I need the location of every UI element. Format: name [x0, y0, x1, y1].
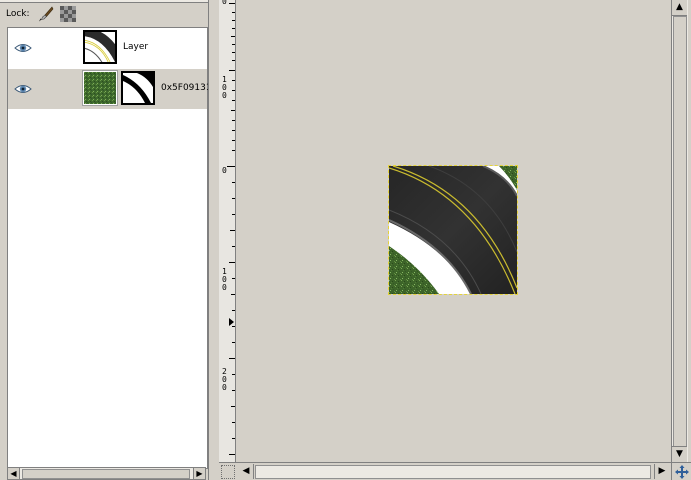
ruler-tick: [229, 3, 235, 4]
ruler-tick: [232, 100, 235, 101]
dock-divider[interactable]: [208, 0, 215, 480]
scroll-left-arrow-icon[interactable]: ◀: [239, 464, 254, 479]
ruler-tick: [232, 150, 235, 151]
ruler-tick: [232, 120, 235, 121]
ruler-pointer-marker: [229, 318, 234, 326]
ruler-tick: [232, 90, 235, 91]
ruler-tick: [232, 60, 235, 61]
layer-name[interactable]: Layer: [123, 42, 148, 52]
ruler-tick: [232, 198, 235, 199]
lock-row: Lock:: [0, 3, 208, 25]
ruler-tick: [232, 342, 235, 343]
vertical-ruler[interactable]: 0 1 0 0 0 1 0 0 2 0 0: [219, 0, 236, 462]
paintbrush-icon[interactable]: [38, 6, 54, 22]
ruler-tick: [232, 278, 235, 279]
ruler-tick: [231, 294, 235, 295]
ruler-tick: [229, 70, 235, 71]
layer-row-layer[interactable]: Layer: [8, 28, 207, 68]
ruler-tick: [232, 310, 235, 311]
scroll-right-arrow-icon[interactable]: ▶: [193, 468, 205, 479]
ruler-tick: [232, 80, 235, 81]
ruler-tick: [232, 140, 235, 141]
ruler-tick: [232, 390, 235, 391]
ruler-tick: [230, 230, 235, 231]
ruler-tick: [232, 246, 235, 247]
scroll-left-arrow-icon[interactable]: ◀: [8, 468, 20, 479]
layer-mask-thumbnail[interactable]: [121, 71, 155, 105]
ruler-label: 0: [222, 166, 227, 175]
grass-thumbnail: [82, 70, 118, 106]
image-canvas[interactable]: [388, 165, 518, 295]
ruler-tick: [232, 20, 235, 21]
ruler-tick: [232, 438, 235, 439]
ruler-tick: [229, 262, 235, 263]
scrollbar-thumb[interactable]: [673, 16, 687, 447]
ruler-label: 2 0 0: [222, 367, 227, 392]
layers-dock: Lock: Layer 0x5F09131 ◀ ▶: [0, 0, 212, 480]
ruler-tick: [232, 130, 235, 131]
ruler-tick: [229, 358, 235, 359]
ruler-label: 1 0 0: [222, 75, 227, 100]
scroll-up-arrow-icon[interactable]: ▲: [672, 0, 687, 16]
canvas-vertical-scrollbar[interactable]: ▲ ▼: [671, 0, 688, 462]
checkerboard-icon[interactable]: [59, 6, 76, 22]
layer-chain-cell[interactable]: [42, 69, 82, 109]
layer-row-grass[interactable]: 0x5F09131: [8, 69, 212, 109]
ruler-tick: [227, 166, 235, 167]
ruler-tick: [232, 214, 235, 215]
layer-name[interactable]: 0x5F09131: [161, 83, 212, 93]
ruler-tick: [232, 374, 235, 375]
ruler-tick: [232, 422, 235, 423]
quick-mask-icon[interactable]: [221, 465, 235, 479]
ruler-tick: [232, 12, 235, 13]
ruler-tick: [231, 110, 235, 111]
navigate-icon[interactable]: [671, 462, 691, 480]
scrollbar-thumb[interactable]: [22, 469, 190, 479]
gimp-window: Lock: Layer 0x5F09131 ◀ ▶ 0 1 0 0 0 1 0 …: [0, 0, 691, 480]
ruler-tick: [232, 44, 235, 45]
layer-chain-cell[interactable]: [42, 28, 82, 68]
ruler-tick: [232, 326, 235, 327]
eye-icon[interactable]: [14, 81, 32, 95]
ruler-label: 0: [222, 0, 227, 6]
ruler-tick: [232, 182, 235, 183]
scrollbar-thumb[interactable]: [255, 465, 651, 479]
ruler-label: 1 0 0: [222, 267, 227, 292]
layers-list: Layer 0x5F09131: [7, 27, 212, 469]
eye-icon[interactable]: [14, 40, 32, 54]
ruler-tick: [232, 28, 235, 29]
ruler-tick: [232, 52, 235, 53]
scroll-right-arrow-icon[interactable]: ▶: [654, 464, 669, 479]
ruler-tick: [231, 406, 235, 407]
layers-horizontal-scrollbar[interactable]: ◀ ▶: [7, 467, 206, 480]
lock-label: Lock:: [6, 9, 30, 19]
ruler-tick: [231, 36, 235, 37]
ruler-tick: [229, 454, 235, 455]
canvas-horizontal-scrollbar[interactable]: ◀ ▶: [219, 462, 671, 480]
scroll-down-arrow-icon[interactable]: ▼: [672, 446, 687, 462]
layer-thumbnail: [83, 30, 117, 64]
